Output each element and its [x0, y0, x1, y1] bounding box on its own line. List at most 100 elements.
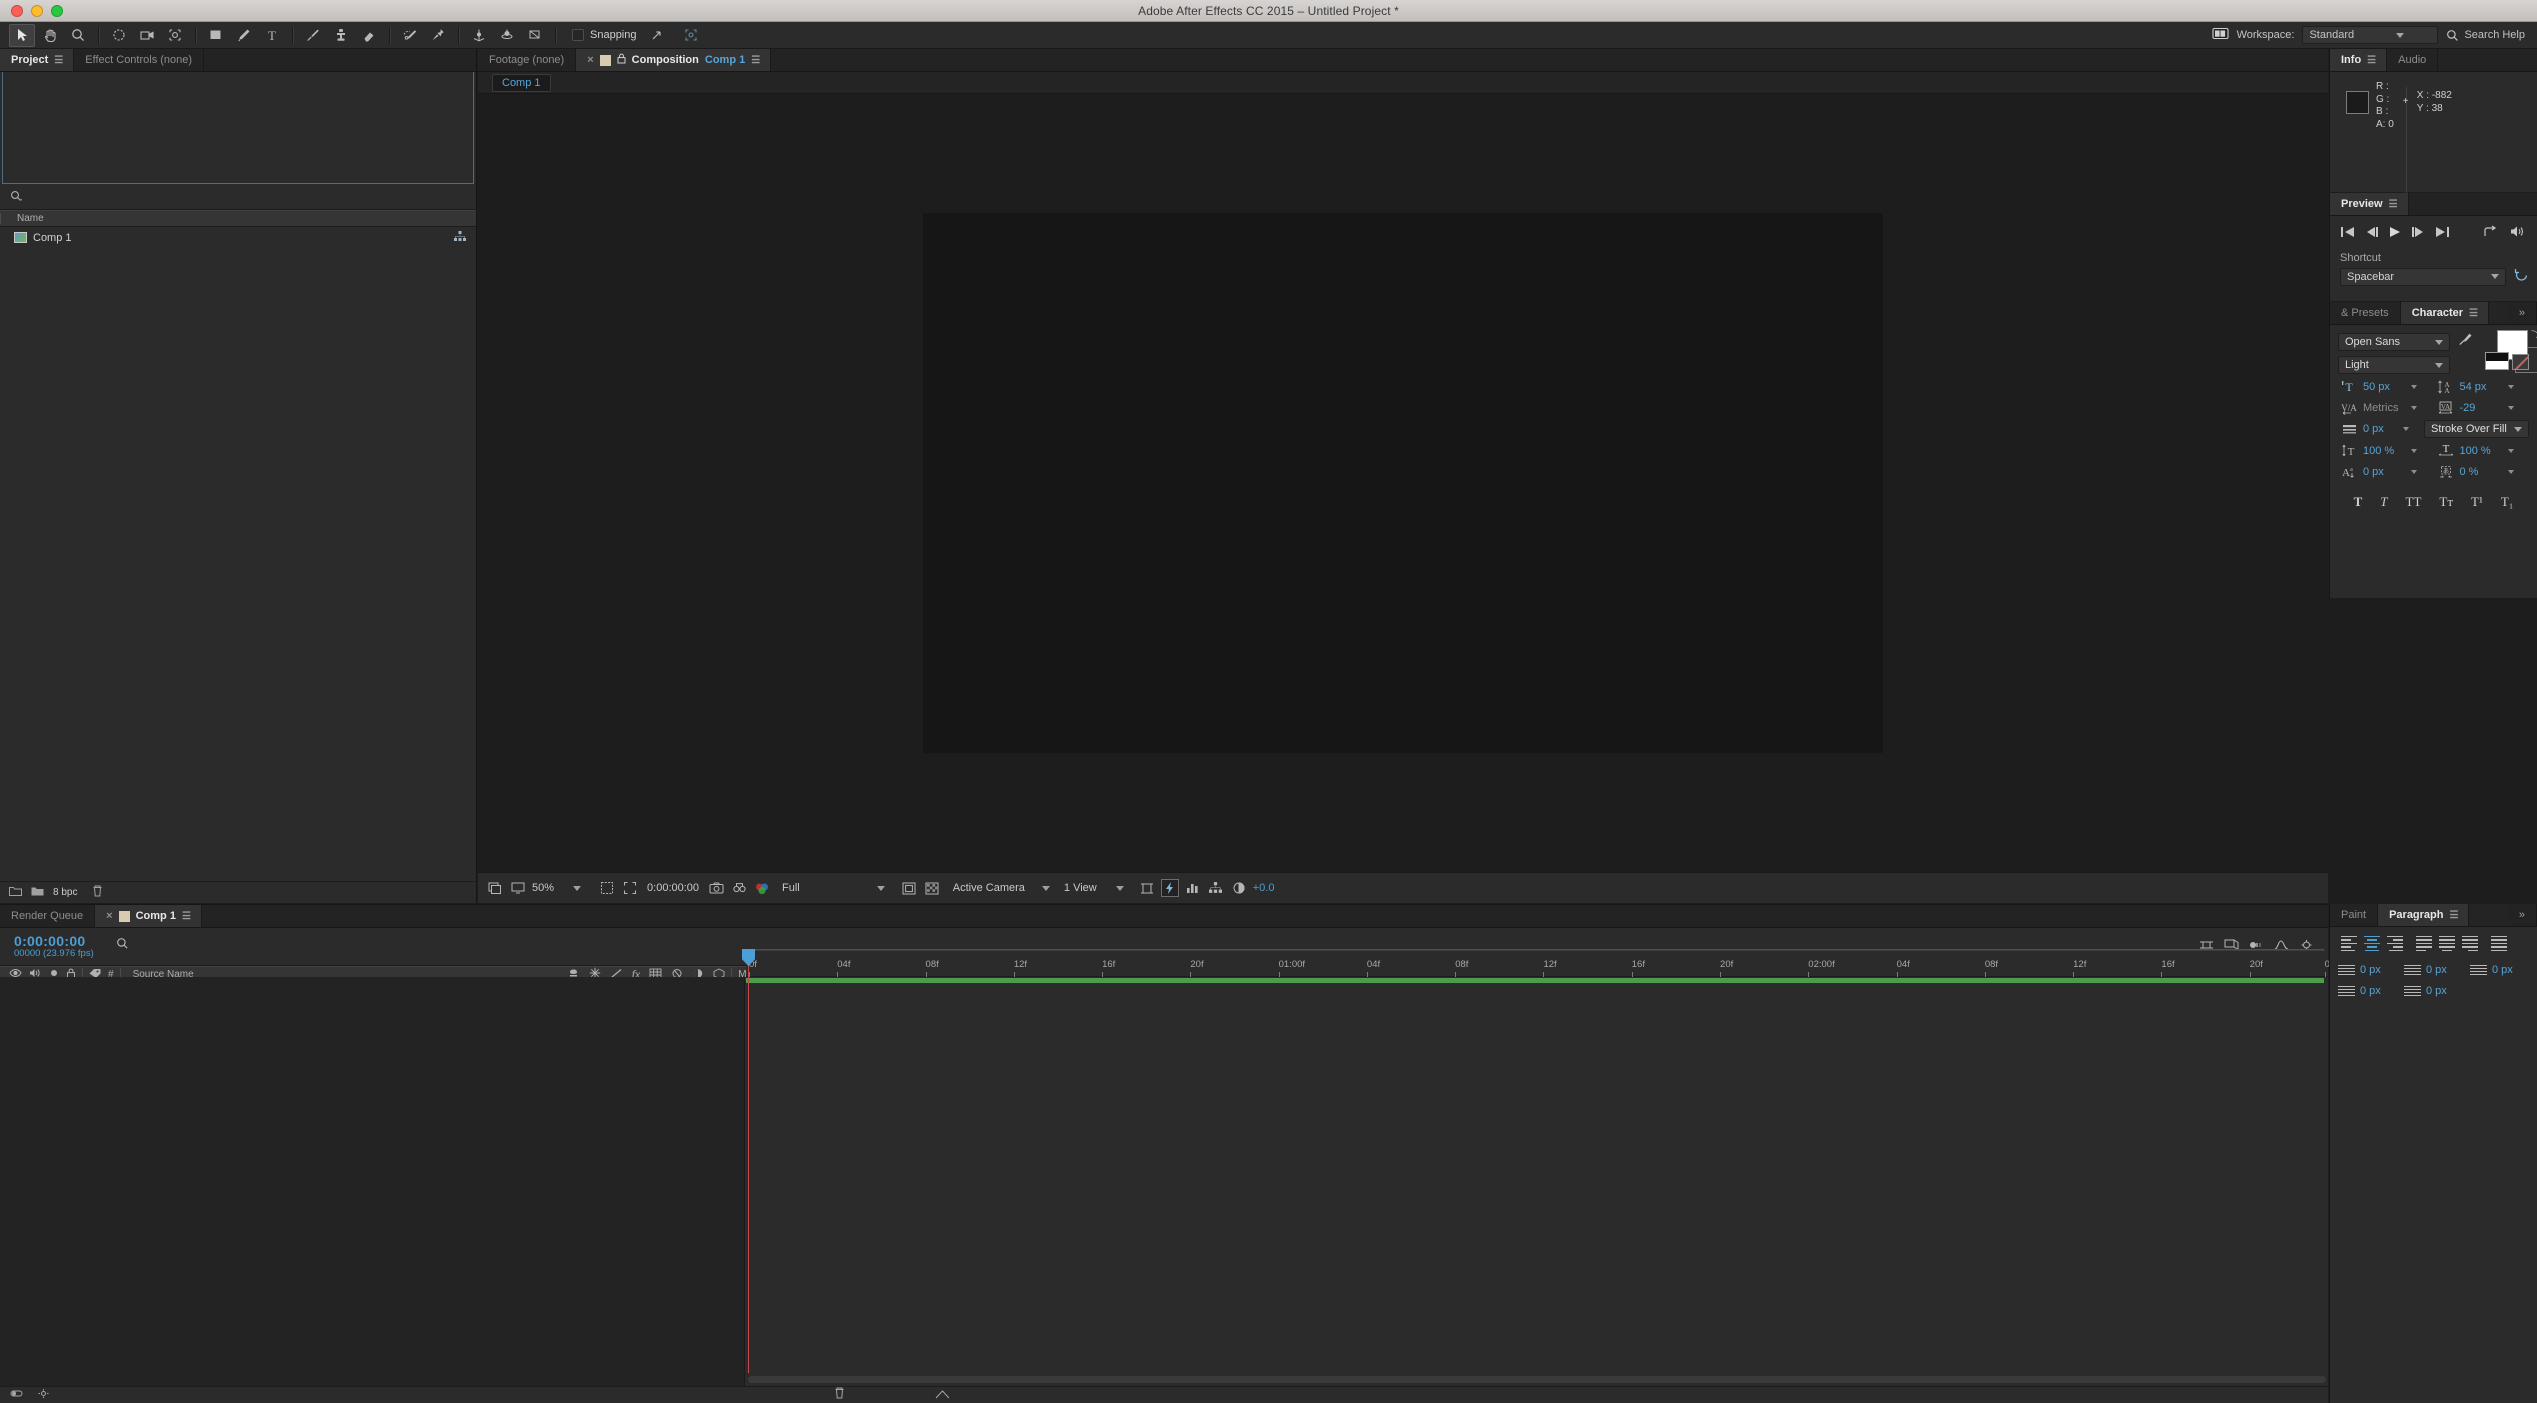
always-preview-this-view-icon[interactable]: [486, 879, 504, 897]
timeline-options-icon[interactable]: [37, 1386, 50, 1403]
tab-effect-controls[interactable]: Effect Controls (none): [74, 49, 205, 71]
composition-canvas[interactable]: [923, 213, 1883, 753]
no-color-icon[interactable]: [2512, 354, 2529, 370]
more-panels-button[interactable]: »: [2507, 302, 2537, 324]
space-after-field[interactable]: 0 px: [2404, 984, 2470, 998]
tab-paint[interactable]: Paint: [2330, 904, 2379, 926]
panel-menu-icon[interactable]: ☰: [2469, 308, 2478, 319]
kerning-field[interactable]: Metrics: [2363, 399, 2417, 416]
mute-button[interactable]: [2510, 225, 2525, 243]
timeline-zoom-slider-icon[interactable]: [935, 1386, 950, 1403]
delete-icon[interactable]: [92, 885, 103, 900]
toggle-transparency-grid-icon[interactable]: [923, 879, 941, 897]
timeline-graph-area[interactable]: [746, 977, 2328, 1386]
pixel-aspect-correction-icon[interactable]: [1138, 879, 1156, 897]
more-panels-button[interactable]: »: [2507, 904, 2537, 926]
brush-tool[interactable]: [300, 24, 326, 47]
close-icon[interactable]: ×: [106, 910, 112, 922]
tab-project[interactable]: Project ☰: [0, 49, 75, 71]
leading-field[interactable]: 54 px: [2460, 378, 2514, 395]
comp-breadcrumb-chip[interactable]: Comp 1: [492, 73, 551, 92]
new-folder-icon[interactable]: [9, 886, 22, 900]
camera-value[interactable]: Active Camera: [953, 882, 1025, 894]
rotation-tool[interactable]: [106, 24, 132, 47]
bit-depth-label[interactable]: 8 bpc: [53, 887, 77, 898]
panel-menu-icon[interactable]: ☰: [2450, 910, 2459, 921]
justify-last-left-button[interactable]: [2415, 935, 2433, 952]
panel-menu-icon[interactable]: ☰: [182, 911, 191, 922]
font-size-field[interactable]: 50 px: [2363, 378, 2417, 395]
timeline-graph-icon[interactable]: [1184, 879, 1202, 897]
tab-info[interactable]: Info ☰: [2330, 49, 2388, 71]
space-before-field[interactable]: 0 px: [2404, 963, 2470, 977]
channels-icon[interactable]: [753, 879, 771, 897]
play-button[interactable]: [2388, 225, 2402, 243]
flowchart-icon[interactable]: [454, 230, 466, 245]
selection-tool[interactable]: [9, 23, 35, 47]
zoom-tool[interactable]: [65, 24, 91, 47]
main-viewer-icon[interactable]: [509, 879, 527, 897]
faux-italic-button[interactable]: T: [2380, 494, 2387, 510]
snapshot-icon[interactable]: [707, 879, 725, 897]
tab-character[interactable]: Character ☰: [2400, 302, 2490, 324]
camera-tool[interactable]: [134, 24, 160, 47]
font-style-select[interactable]: Light: [2338, 356, 2450, 374]
workspace-grid-icon[interactable]: [2212, 27, 2229, 43]
roto-brush-tool[interactable]: [397, 24, 423, 47]
panel-menu-icon[interactable]: ☰: [2389, 199, 2398, 210]
current-time-value[interactable]: 0:00:00:00: [647, 882, 699, 894]
tab-paragraph[interactable]: Paragraph ☰: [2378, 904, 2470, 926]
eraser-tool[interactable]: [356, 24, 382, 47]
hand-tool[interactable]: [37, 24, 63, 47]
region-of-interest-icon[interactable]: [621, 879, 639, 897]
default-colors-icon[interactable]: [2485, 352, 2509, 370]
show-snapshot-icon[interactable]: [730, 879, 748, 897]
superscript-button[interactable]: T¹: [2471, 494, 2483, 510]
faux-bold-button[interactable]: T: [2354, 494, 2363, 510]
previous-frame-button[interactable]: [2364, 225, 2379, 243]
tab-composition[interactable]: × Composition Comp 1 ☰: [576, 49, 772, 71]
justify-last-center-button[interactable]: [2438, 935, 2456, 952]
toggle-switches-modes-icon[interactable]: [10, 1386, 23, 1403]
tsume-field[interactable]: 0 %: [2460, 463, 2514, 480]
shape-tool[interactable]: [203, 24, 229, 47]
baseline-shift-field[interactable]: 0 px: [2363, 463, 2417, 480]
indent-right-field[interactable]: 0 px: [2338, 984, 2404, 998]
last-frame-button[interactable]: [2435, 225, 2450, 243]
timeline-delete-icon[interactable]: [834, 1386, 845, 1403]
chevron-down-icon[interactable]: [573, 885, 582, 891]
folder-icon[interactable]: [31, 886, 44, 900]
type-tool[interactable]: T: [259, 24, 285, 47]
horizontal-scale-field[interactable]: 100 %: [2460, 442, 2514, 459]
snap-arrow-icon[interactable]: [644, 24, 670, 47]
loop-button[interactable]: [2483, 225, 2497, 243]
eyedropper-icon[interactable]: [2458, 332, 2473, 352]
justify-last-right-button[interactable]: [2461, 935, 2479, 952]
tracking-field[interactable]: -29: [2460, 399, 2514, 416]
fast-previews-icon[interactable]: [1160, 879, 1179, 897]
tab-render-queue[interactable]: Render Queue: [0, 905, 96, 927]
snapping-checkbox[interactable]: [572, 29, 584, 41]
tab-effects-presets[interactable]: & Presets: [2330, 302, 2401, 324]
views-value[interactable]: 1 View: [1064, 882, 1097, 894]
orbit-camera-tool[interactable]: [494, 24, 520, 47]
puppet-pin-tool[interactable]: [425, 24, 451, 47]
composition-viewer-stage[interactable]: [478, 94, 2328, 872]
tab-preview[interactable]: Preview ☰: [2330, 193, 2409, 215]
tab-audio[interactable]: Audio: [2387, 49, 2439, 71]
workspace-select[interactable]: Standard: [2302, 26, 2439, 44]
timeline-ruler[interactable]: 0f 04f 08f 12f 16f 20f 01:00f 04f 08f 12f 16f 20f 02…: [746, 951, 2343, 984]
tab-comp-1[interactable]: × Comp 1 ☰: [95, 905, 202, 927]
zoom-level-value[interactable]: 50%: [532, 882, 554, 894]
timeline-layer-list[interactable]: [0, 977, 745, 1386]
resolution-value[interactable]: Full: [782, 882, 800, 894]
stroke-order-select[interactable]: Stroke Over Fill: [2424, 420, 2529, 438]
timeline-horizontal-scrollbar[interactable]: [748, 1376, 2326, 1383]
first-frame-button[interactable]: [2340, 225, 2355, 243]
panel-menu-icon[interactable]: ☰: [54, 55, 63, 66]
lock-icon[interactable]: [617, 53, 626, 67]
align-right-button[interactable]: [2386, 935, 2404, 952]
vertical-scale-field[interactable]: 100 %: [2363, 442, 2417, 459]
align-center-button[interactable]: [2363, 935, 2381, 952]
panel-menu-icon[interactable]: ☰: [2367, 55, 2376, 66]
